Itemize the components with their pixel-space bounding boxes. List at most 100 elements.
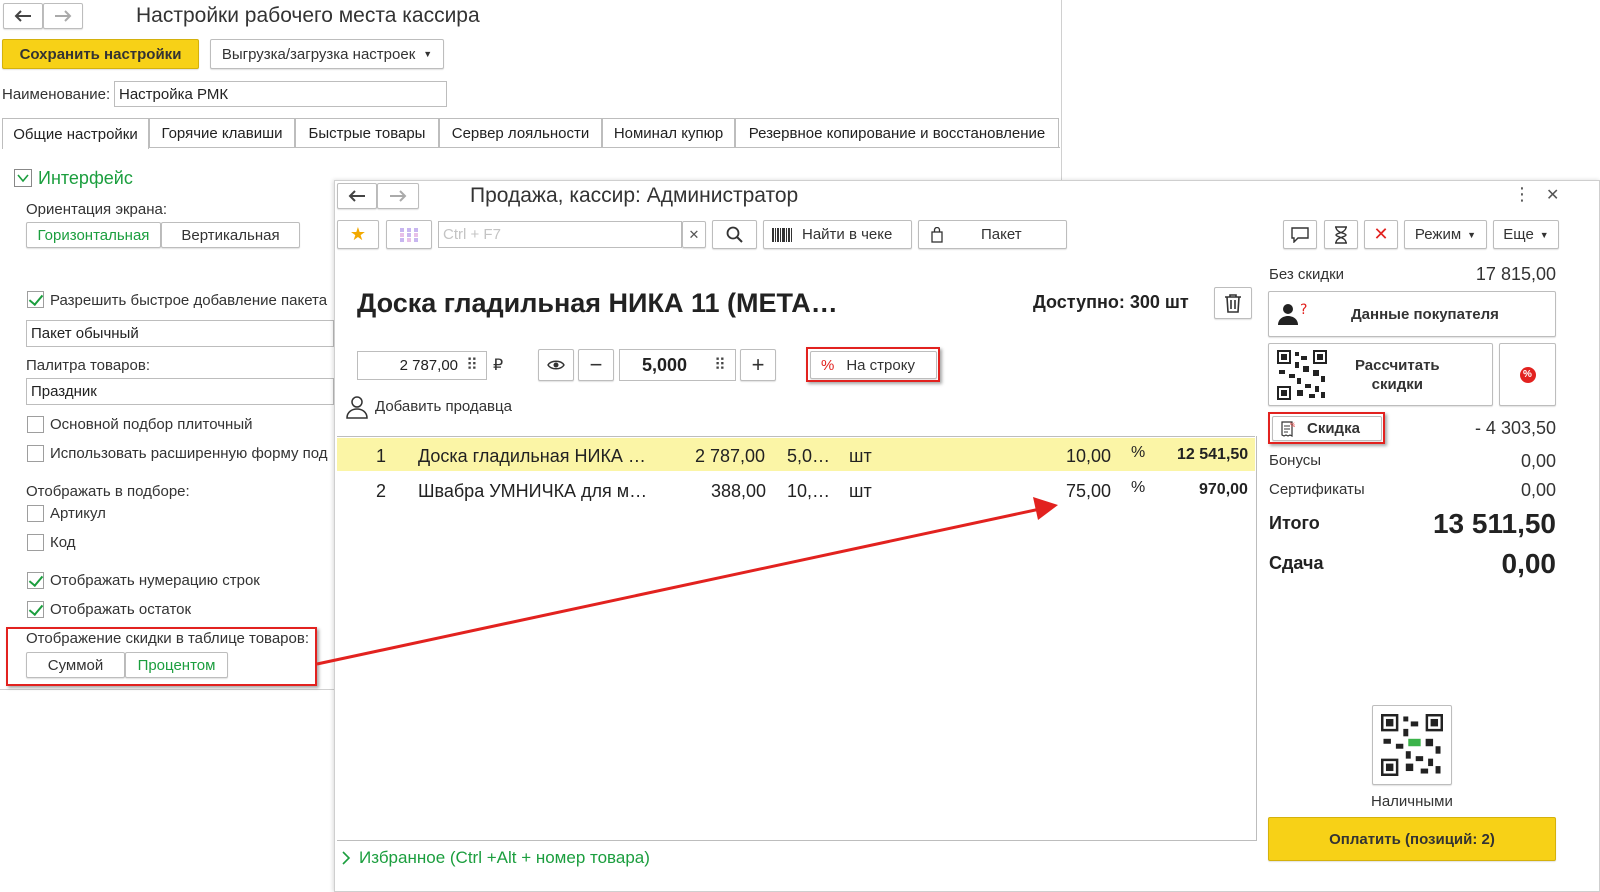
extended-form-checkbox[interactable] bbox=[27, 445, 44, 462]
row-unit: шт bbox=[849, 446, 872, 466]
mode-label: Режим bbox=[1414, 226, 1462, 243]
comment-button[interactable] bbox=[1283, 220, 1317, 249]
find-in-receipt-button[interactable]: Найти в чеке bbox=[763, 220, 912, 249]
grid-palette-icon bbox=[400, 227, 418, 242]
orientation-horizontal-button[interactable]: Горизонтальная bbox=[26, 222, 161, 248]
add-seller-link[interactable]: Добавить продавца bbox=[375, 398, 512, 415]
increase-quantity-button[interactable]: + bbox=[740, 349, 776, 381]
name-input[interactable]: Настройка РМК bbox=[114, 81, 447, 107]
name-label: Наименование: bbox=[2, 86, 111, 103]
sale-forward-button[interactable] bbox=[377, 183, 419, 209]
dropdown-arrow-icon: ▼ bbox=[423, 49, 433, 59]
tile-picker-label: Основной подбор плиточный bbox=[50, 416, 253, 433]
arrow-right-icon bbox=[390, 190, 407, 202]
tab-loyalty-server[interactable]: Сервер лояльности bbox=[439, 118, 602, 148]
favorite-button[interactable]: ★ bbox=[337, 220, 379, 249]
svg-text:?: ? bbox=[1300, 302, 1307, 318]
mode-button[interactable]: Режим ▼ bbox=[1404, 220, 1487, 249]
search-icon bbox=[726, 226, 743, 243]
discount-display-highlight bbox=[6, 627, 317, 686]
article-checkbox[interactable] bbox=[27, 505, 44, 522]
certificates-label: Сертификаты bbox=[1269, 481, 1365, 498]
tile-picker-checkbox[interactable] bbox=[27, 416, 44, 433]
search-button[interactable] bbox=[712, 220, 757, 249]
tab-banknotes[interactable]: Номинал купюр bbox=[602, 118, 735, 148]
orientation-vertical-button[interactable]: Вертикальная bbox=[161, 222, 300, 248]
sale-back-button[interactable] bbox=[337, 183, 377, 209]
row-product-name: Швабра УМНИЧКА для м… bbox=[418, 481, 648, 501]
decrease-quantity-button[interactable]: − bbox=[578, 349, 614, 381]
package-button[interactable]: Пакет bbox=[918, 220, 1067, 249]
pay-cash-button[interactable] bbox=[1372, 705, 1452, 785]
package-label: Пакет bbox=[981, 226, 1022, 243]
interface-collapse-toggle[interactable] bbox=[14, 169, 32, 187]
keypad-icon[interactable]: ⠿ bbox=[714, 355, 726, 375]
close-icon[interactable]: ✕ bbox=[1546, 185, 1559, 205]
arrow-right-icon bbox=[55, 10, 72, 22]
chevron-right-icon[interactable] bbox=[341, 851, 351, 865]
delete-line-button[interactable] bbox=[1214, 287, 1252, 319]
forward-button[interactable] bbox=[43, 3, 83, 29]
calculate-discounts-text: Рассчитать скидки bbox=[1355, 356, 1440, 394]
save-settings-button[interactable]: Сохранить настройки bbox=[2, 39, 199, 69]
export-import-button[interactable]: Выгрузка/загрузка настроек ▼ bbox=[210, 39, 444, 69]
barcode-icon bbox=[772, 227, 792, 242]
row-price: 2 787,00 bbox=[695, 446, 766, 466]
row-product-name: Доска гладильная НИКА … bbox=[418, 446, 646, 466]
row-number: 2 bbox=[376, 481, 387, 501]
package-select[interactable]: Пакет обычный bbox=[26, 320, 334, 347]
tab-quick-products[interactable]: Быстрые товары bbox=[295, 118, 439, 148]
calculate-discounts-label-1: Рассчитать bbox=[1355, 356, 1440, 374]
manual-discount-button[interactable]: % bbox=[1499, 343, 1556, 406]
orientation-label: Ориентация экрана: bbox=[26, 201, 168, 218]
without-discount-label: Без скидки bbox=[1269, 266, 1345, 283]
more-button[interactable]: Еще ▼ bbox=[1493, 220, 1559, 249]
pay-button[interactable]: Оплатить (позиций: 2) bbox=[1268, 817, 1556, 861]
row-number: 1 bbox=[376, 446, 387, 466]
palette-select[interactable]: Праздник bbox=[26, 378, 334, 405]
fast-package-checkbox[interactable] bbox=[27, 291, 44, 308]
row-numbering-checkbox[interactable] bbox=[27, 572, 44, 589]
defer-receipt-button[interactable] bbox=[1324, 220, 1358, 249]
interface-section-title: Интерфейс bbox=[38, 168, 133, 188]
tabs-underline bbox=[149, 147, 1060, 148]
to-line-highlight bbox=[806, 347, 940, 382]
trash-icon bbox=[1225, 294, 1241, 313]
keypad-icon[interactable]: ⠿ bbox=[466, 355, 478, 375]
user-icon[interactable] bbox=[345, 395, 369, 419]
sale-window bbox=[334, 180, 1600, 892]
more-vertical-icon[interactable]: ⋮ bbox=[1513, 184, 1531, 205]
product-title: Доска гладильная НИКА 11 (МЕТА… bbox=[357, 288, 838, 318]
stock-label: Отображать остаток bbox=[50, 601, 192, 618]
row-price: 388,00 bbox=[711, 481, 767, 501]
tab-backup[interactable]: Резервное копирование и восстановление bbox=[735, 118, 1059, 148]
row-discount-unit: % bbox=[1131, 444, 1146, 461]
fast-package-label: Разрешить быстрое добавление пакета bbox=[50, 292, 328, 309]
minus-icon: − bbox=[589, 352, 603, 377]
certificates-value: 0,00 bbox=[1520, 480, 1556, 500]
without-discount-value: 17 815,00 bbox=[1475, 264, 1556, 284]
back-button[interactable] bbox=[3, 3, 43, 29]
ruble-sign: ₽ bbox=[493, 357, 504, 374]
sale-title: Продажа, кассир: Администратор bbox=[470, 184, 799, 207]
code-checkbox[interactable] bbox=[27, 534, 44, 551]
row-numbering-label: Отображать нумерацию строк bbox=[50, 572, 260, 589]
total-label: Итого bbox=[1269, 513, 1320, 533]
tab-general[interactable]: Общие настройки bbox=[2, 118, 149, 149]
clear-search-button[interactable]: ✕ bbox=[682, 221, 706, 248]
palette-button[interactable] bbox=[386, 220, 432, 249]
export-import-label: Выгрузка/загрузка настроек bbox=[221, 45, 416, 63]
bag-icon bbox=[931, 226, 943, 243]
cancel-receipt-button[interactable]: ✕ bbox=[1364, 220, 1398, 249]
price-value: 2 787,00 bbox=[399, 357, 458, 374]
product-search-input[interactable]: Ctrl + F7 bbox=[438, 221, 682, 248]
tab-hotkeys[interactable]: Горячие клавиши bbox=[149, 118, 295, 148]
show-button[interactable] bbox=[538, 349, 574, 381]
calculate-discounts-button[interactable]: Рассчитать скидки bbox=[1268, 343, 1493, 406]
favorites-link[interactable]: Избранное (Ctrl +Alt + номер товара) bbox=[359, 848, 650, 868]
discount-value: - 4 303,50 bbox=[1474, 418, 1556, 438]
stock-checkbox[interactable] bbox=[27, 601, 44, 618]
bonuses-value: 0,00 bbox=[1520, 451, 1556, 471]
customer-data-button[interactable]: ? Данные покупателя bbox=[1268, 291, 1556, 337]
table-right-border bbox=[1256, 436, 1257, 841]
